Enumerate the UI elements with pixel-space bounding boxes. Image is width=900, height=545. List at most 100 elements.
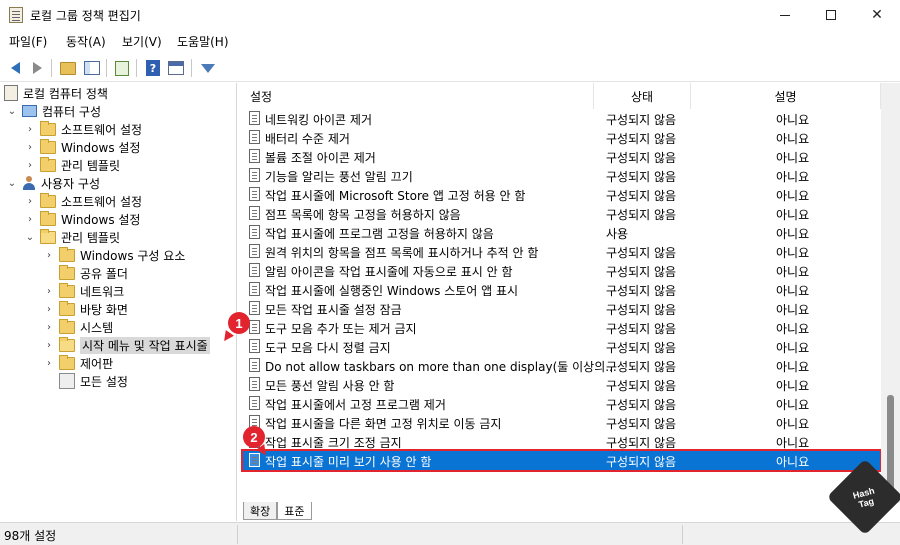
policy-setting-icon bbox=[249, 396, 260, 410]
tree-item-software-settings[interactable]: › 소프트웨어 설정 bbox=[24, 192, 142, 210]
tree-item-label: 소프트웨어 설정 bbox=[61, 122, 143, 137]
maximize-button[interactable] bbox=[808, 0, 854, 30]
column-header-setting[interactable]: 설정 bbox=[243, 83, 594, 109]
tree-item-system[interactable]: › 시스템 bbox=[43, 318, 113, 336]
chevron-right-icon[interactable]: › bbox=[43, 250, 55, 261]
chevron-right-icon[interactable]: › bbox=[43, 358, 55, 369]
close-button[interactable]: ✕ bbox=[854, 0, 900, 30]
vertical-scrollbar[interactable] bbox=[881, 83, 900, 503]
table-row[interactable]: 네트워킹 아이콘 제거 구성되지 않음 아니요 bbox=[243, 109, 880, 128]
table-row[interactable]: 작업 표시줄에 Microsoft Store 앱 고정 허용 안 함 구성되지 … bbox=[243, 185, 880, 204]
setting-name-cell: 볼륨 조절 아이콘 제거 bbox=[265, 151, 376, 165]
policy-setting-icon bbox=[249, 358, 260, 372]
table-row[interactable]: 원격 위치의 항목을 점프 목록에 표시하거나 추적 안 함 구성되지 않음 아니요 bbox=[243, 242, 880, 261]
table-row[interactable]: 알림 아이콘을 작업 표시줄에 자동으로 표시 안 함 구성되지 않음 아니요 bbox=[243, 261, 880, 280]
state-cell: 구성되지 않음 bbox=[606, 151, 677, 165]
state-cell: 구성되지 않음 bbox=[606, 322, 677, 336]
table-row[interactable]: 볼륨 조절 아이콘 제거 구성되지 않음 아니요 bbox=[243, 147, 880, 166]
menu-help[interactable]: 도움말(H) bbox=[177, 33, 229, 50]
chevron-right-icon[interactable]: › bbox=[43, 304, 55, 315]
tree-item-label: 네트워크 bbox=[80, 284, 125, 299]
tree-item-windows-components[interactable]: › Windows 구성 요소 bbox=[43, 246, 185, 264]
chevron-right-icon[interactable]: › bbox=[24, 142, 36, 153]
table-row[interactable]: 도구 모음 다시 정렬 금지 구성되지 않음 아니요 bbox=[243, 337, 880, 356]
minimize-icon bbox=[780, 14, 790, 16]
table-row[interactable]: 작업 표시줄을 다른 화면 고정 위치로 이동 금지 구성되지 않음 아니요 bbox=[243, 413, 880, 432]
tab-extended[interactable]: 확장 bbox=[243, 502, 278, 520]
filter-button[interactable] bbox=[198, 58, 218, 78]
maximize-icon bbox=[826, 10, 836, 20]
tree-item-admin-templates[interactable]: › 관리 템플릿 bbox=[24, 156, 120, 174]
tree-item-windows-settings[interactable]: › Windows 설정 bbox=[24, 210, 140, 228]
chevron-right-icon[interactable]: › bbox=[43, 286, 55, 297]
policy-setting-icon bbox=[249, 206, 260, 220]
comment-cell: 아니요 bbox=[776, 113, 810, 127]
table-row[interactable]: 작업 표시줄에 프로그램 고정을 허용하지 않음 사용 아니요 bbox=[243, 223, 880, 242]
tree-item-local-computer-policy[interactable]: 로컬 컴퓨터 정책 bbox=[4, 84, 108, 102]
minimize-button[interactable] bbox=[762, 0, 808, 30]
table-row[interactable]: Do not allow taskbars on more than one d… bbox=[243, 356, 880, 375]
column-header-state[interactable]: 상태 bbox=[594, 83, 691, 109]
comment-cell: 아니요 bbox=[776, 151, 810, 165]
chevron-down-icon[interactable]: ⌄ bbox=[24, 232, 36, 243]
up-one-level-button[interactable] bbox=[58, 58, 78, 78]
column-header-comment[interactable]: 설명 bbox=[691, 83, 881, 109]
filter-icon bbox=[201, 63, 215, 73]
table-row[interactable]: 작업 표시줄에 실행중인 Windows 스토어 앱 표시 구성되지 않음 아니요 bbox=[243, 280, 880, 299]
table-row[interactable]: 기능을 알리는 풍선 알림 끄기 구성되지 않음 아니요 bbox=[243, 166, 880, 185]
tree-item-software-settings[interactable]: › 소프트웨어 설정 bbox=[24, 120, 142, 138]
table-row[interactable]: 도구 모음 추가 또는 제거 금지 구성되지 않음 아니요 bbox=[243, 318, 880, 337]
tree-item-desktop[interactable]: › 바탕 화면 bbox=[43, 300, 128, 318]
table-row[interactable]: 배터리 수준 제거 구성되지 않음 아니요 bbox=[243, 128, 880, 147]
comment-cell: 아니요 bbox=[776, 398, 810, 412]
policy-setting-icon bbox=[249, 377, 260, 391]
table-row[interactable]: 모든 풍선 알림 사용 안 함 구성되지 않음 아니요 bbox=[243, 375, 880, 394]
chevron-right-icon[interactable]: › bbox=[24, 214, 36, 225]
tree-item-admin-templates[interactable]: ⌄ 관리 템플릿 bbox=[24, 228, 120, 246]
forward-button[interactable] bbox=[27, 58, 47, 78]
scrollbar-thumb[interactable] bbox=[887, 395, 894, 495]
menu-action[interactable]: 동작(A) bbox=[66, 33, 106, 50]
chevron-right-icon[interactable]: › bbox=[24, 124, 36, 135]
setting-name-cell: 모든 풍선 알림 사용 안 함 bbox=[265, 379, 395, 393]
tree-item-computer-config[interactable]: ⌄ 컴퓨터 구성 bbox=[6, 102, 101, 120]
tab-standard[interactable]: 표준 bbox=[277, 502, 312, 520]
table-row[interactable]: 작업 표시줄 미리 보기 사용 안 함 구성되지 않음 아니요 bbox=[241, 449, 882, 472]
comment-cell: 아니요 bbox=[776, 227, 810, 241]
menu-file[interactable]: 파일(F) bbox=[9, 33, 47, 50]
menu-bar: 파일(F) 동작(A) 보기(V) 도움말(H) bbox=[0, 30, 900, 52]
show-hide-tree-button[interactable] bbox=[82, 58, 102, 78]
table-row[interactable]: 작업 표시줄에서 고정 프로그램 제거 구성되지 않음 아니요 bbox=[243, 394, 880, 413]
table-row[interactable]: 모든 작업 표시줄 설정 잠금 구성되지 않음 아니요 bbox=[243, 299, 880, 318]
tree-item-user-config[interactable]: ⌄ 사용자 구성 bbox=[6, 174, 100, 192]
chevron-right-icon[interactable]: › bbox=[24, 196, 36, 207]
chevron-right-icon[interactable]: › bbox=[43, 340, 55, 351]
help-button[interactable]: ? bbox=[143, 58, 163, 78]
chevron-right-icon[interactable]: › bbox=[43, 322, 55, 333]
table-row[interactable]: 작업 표시줄 크기 조정 금지 구성되지 않음 아니요 bbox=[243, 432, 880, 451]
comment-cell: 아니요 bbox=[776, 132, 810, 146]
chevron-right-icon[interactable]: › bbox=[24, 160, 36, 171]
state-cell: 구성되지 않음 bbox=[606, 284, 677, 298]
tree-item-windows-settings[interactable]: › Windows 설정 bbox=[24, 138, 140, 156]
properties-button[interactable] bbox=[166, 58, 186, 78]
comment-cell: 아니요 bbox=[776, 208, 810, 222]
tree-item-control-panel[interactable]: › 제어판 bbox=[43, 354, 113, 372]
comment-cell: 아니요 bbox=[776, 246, 810, 260]
export-list-button[interactable] bbox=[112, 58, 132, 78]
tree-item-start-menu-taskbar[interactable]: › 시작 메뉴 및 작업 표시줄 bbox=[43, 336, 210, 354]
chevron-down-icon[interactable]: ⌄ bbox=[6, 178, 18, 189]
tree-item-all-settings[interactable]: 모든 설정 bbox=[43, 372, 128, 390]
back-button[interactable] bbox=[5, 58, 25, 78]
policy-setting-icon bbox=[249, 244, 260, 258]
tree-item-network[interactable]: › 네트워크 bbox=[43, 282, 124, 300]
table-row[interactable]: 점프 목록에 항목 고정을 허용하지 않음 구성되지 않음 아니요 bbox=[243, 204, 880, 223]
menu-view[interactable]: 보기(V) bbox=[122, 33, 162, 50]
folder-icon bbox=[40, 156, 56, 172]
tree-item-shared-folders[interactable]: 공유 폴더 bbox=[43, 264, 128, 282]
setting-name-cell: 작업 표시줄에 실행중인 Windows 스토어 앱 표시 bbox=[265, 284, 519, 298]
folder-icon bbox=[59, 354, 75, 370]
state-cell: 구성되지 않음 bbox=[606, 303, 677, 317]
chevron-down-icon[interactable]: ⌄ bbox=[6, 106, 18, 117]
policy-setting-icon bbox=[249, 320, 260, 334]
